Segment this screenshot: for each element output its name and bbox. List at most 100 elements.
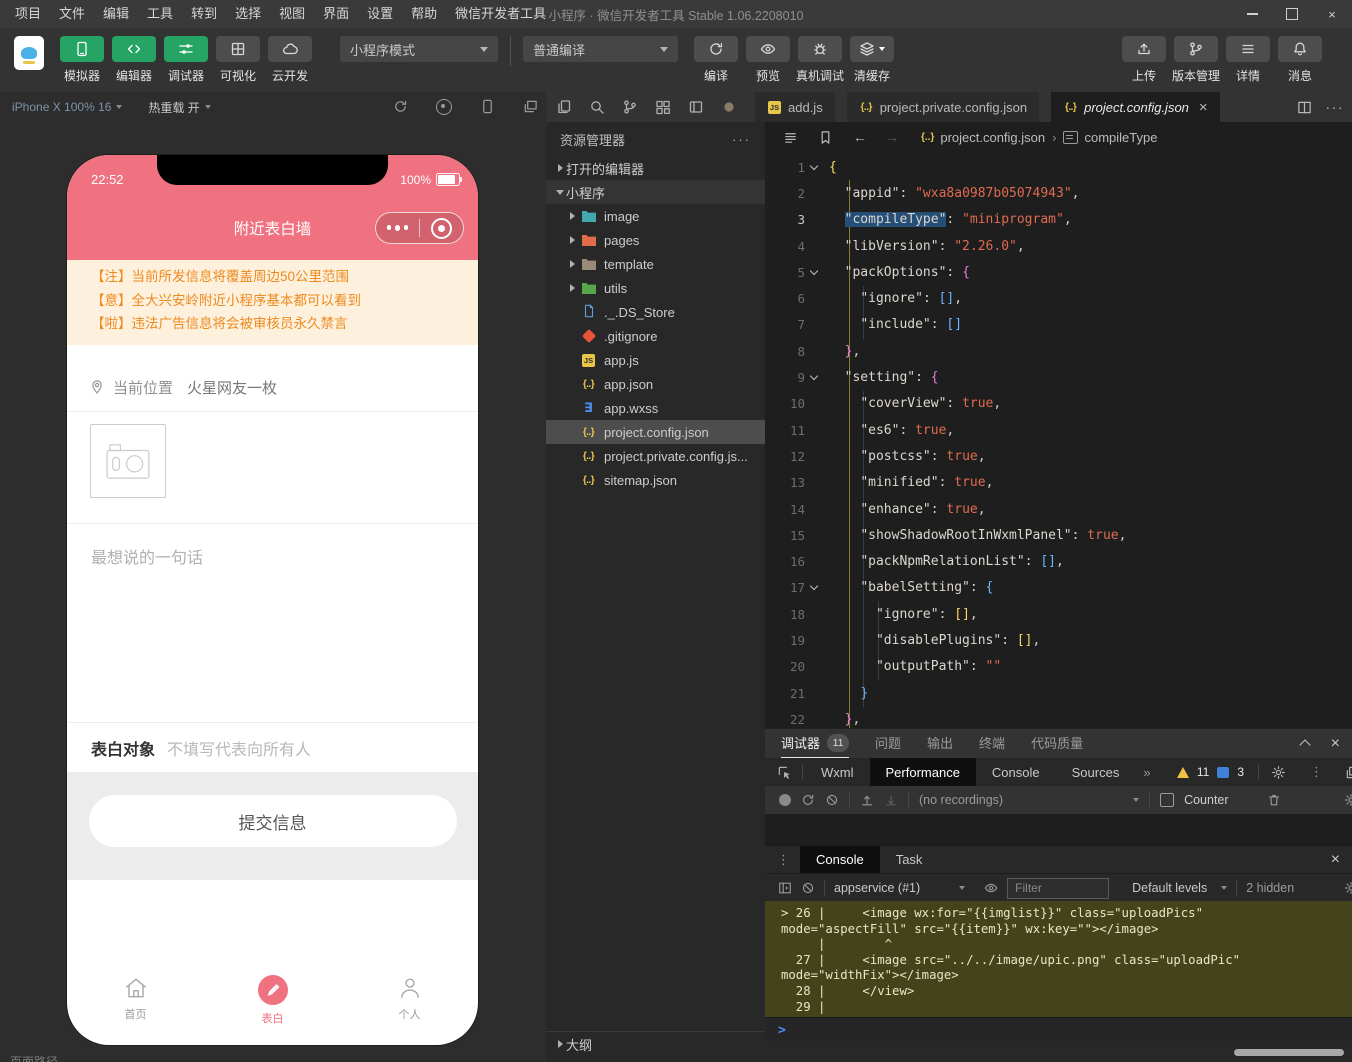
layers-button[interactable]: 清缓存 (846, 36, 898, 84)
search-icon[interactable] (589, 99, 605, 115)
line-number[interactable]: 3 (765, 212, 805, 227)
collapse-icon[interactable] (1298, 739, 1311, 751)
line-number[interactable]: 9 (765, 370, 805, 385)
line-number[interactable]: 19 (765, 633, 805, 648)
line-number[interactable]: 13 (765, 475, 805, 490)
project-root-section[interactable]: 小程序 (546, 180, 765, 204)
fold-chevron-icon[interactable] (809, 161, 818, 170)
fold-chevron-icon[interactable] (809, 266, 818, 276)
forward-arrow-icon[interactable]: → (885, 129, 899, 145)
trash-icon[interactable] (1267, 793, 1281, 807)
menu-item[interactable]: 工具 (138, 0, 182, 28)
line-number[interactable]: 14 (765, 502, 805, 517)
dock-icon[interactable] (1345, 765, 1352, 780)
devtools-tab[interactable]: Performance (869, 758, 976, 786)
debugger-tab[interactable]: 调试器 11 (781, 728, 850, 759)
file-tree-item[interactable]: image (546, 204, 765, 228)
devtools-tab[interactable]: Console (976, 758, 1056, 786)
file-tree-item[interactable]: template (546, 252, 765, 276)
console-tab[interactable]: Task (880, 846, 939, 873)
bookmark-icon[interactable] (818, 130, 833, 145)
grid-button[interactable]: 可视化 (212, 36, 264, 84)
panel-layout-icon[interactable] (688, 99, 704, 115)
device-select[interactable]: iPhone X 100% 16 (12, 100, 123, 114)
menu-item[interactable]: 编辑 (94, 0, 138, 28)
menu-item[interactable]: 设置 (358, 0, 402, 28)
message-icon[interactable] (1217, 766, 1230, 778)
line-number[interactable]: 21 (765, 686, 805, 701)
close-icon[interactable]: × (1331, 851, 1340, 869)
phone-button[interactable]: 模拟器 (56, 36, 108, 84)
restart-icon[interactable] (393, 99, 408, 114)
more-actions-icon[interactable]: ··· (1326, 99, 1345, 115)
warning-icon[interactable] (1176, 766, 1189, 778)
bell-button[interactable]: 消息 (1274, 36, 1326, 84)
editor-tab[interactable]: JS add.js (755, 92, 835, 122)
clear-icon[interactable] (825, 793, 839, 807)
open-editors-section[interactable]: 打开的编辑器 (546, 156, 765, 180)
save-profile-icon[interactable] (884, 793, 898, 807)
cloud-button[interactable]: 云开发 (264, 36, 316, 84)
line-number[interactable]: 20 (765, 659, 805, 674)
fold-chevron-icon[interactable] (809, 371, 818, 381)
menu-item[interactable]: 选择 (226, 0, 270, 28)
line-number[interactable]: 22 (765, 712, 805, 727)
breadcrumb-symbol[interactable]: compileType (1084, 130, 1157, 145)
gear-icon[interactable] (1271, 765, 1286, 780)
menu-item[interactable]: 微信开发者工具 (446, 0, 555, 28)
recordings-select[interactable]: (no recordings) (919, 793, 1003, 807)
eye-button[interactable]: 预览 (742, 36, 794, 84)
line-number[interactable]: 2 (765, 186, 805, 201)
message-textarea[interactable]: 最想说的一句话 (67, 524, 478, 722)
minimize-button[interactable] (1232, 0, 1272, 28)
wechat-logo-button[interactable] (14, 36, 44, 70)
hot-reload-toggle[interactable]: 热重载 开 (148, 99, 211, 116)
close-icon[interactable]: × (1199, 99, 1208, 116)
upload-button[interactable]: 上传 (1118, 36, 1170, 84)
record-icon[interactable] (436, 99, 452, 115)
debugger-tab[interactable]: 问题 (875, 728, 901, 757)
file-tree-item[interactable]: .gitignore (546, 324, 765, 348)
line-number[interactable]: 7 (765, 317, 805, 332)
kebab-menu-icon[interactable]: ⋮ (1310, 764, 1323, 780)
file-tree-item[interactable]: pages (546, 228, 765, 252)
branch-button[interactable]: 版本管理 (1170, 36, 1222, 84)
menu-item[interactable]: 视图 (270, 0, 314, 28)
files-icon[interactable] (556, 99, 572, 115)
sidebar-toggle-icon[interactable] (778, 881, 792, 895)
console-warning-output[interactable]: > 26 | <image wx:for="{{imglist}}" class… (765, 901, 1352, 1017)
editor-tab[interactable]: {..} project.config.json × (1051, 92, 1220, 122)
breadcrumb-file[interactable]: project.config.json (940, 130, 1045, 145)
multi-window-icon[interactable] (523, 99, 538, 114)
fold-chevron-icon[interactable] (809, 582, 818, 591)
eye-icon[interactable] (984, 881, 998, 895)
exit-miniapp-button[interactable] (420, 217, 463, 239)
file-tree-item[interactable]: {..} app.json (546, 372, 765, 396)
line-number[interactable]: 4 (765, 239, 805, 254)
tabbar-item-home[interactable]: 首页 (67, 975, 204, 1026)
load-profile-icon[interactable] (860, 793, 874, 807)
line-number[interactable]: 11 (765, 423, 805, 438)
line-number[interactable]: 8 (765, 344, 805, 359)
console-prompt[interactable]: > (765, 1017, 1352, 1042)
line-number[interactable]: 10 (765, 396, 805, 411)
file-tree-item[interactable]: ∃ app.wxss (546, 396, 765, 420)
file-tree-item[interactable]: JS app.js (546, 348, 765, 372)
more-actions-icon[interactable]: ··· (732, 132, 751, 147)
menu-item[interactable]: 文件 (50, 0, 94, 28)
refresh-button[interactable]: 编译 (690, 36, 742, 84)
location-row[interactable]: 当前位置 火星网友一枚 (67, 363, 478, 412)
gear-icon[interactable] (1344, 881, 1352, 895)
split-editor-icon[interactable] (1297, 100, 1312, 115)
line-number[interactable]: 15 (765, 528, 805, 543)
target-input[interactable]: 不填写代表向所有人 (167, 736, 311, 760)
console-tab[interactable]: Console (800, 846, 880, 873)
mode-select[interactable]: 小程序模式 (340, 36, 498, 62)
record-icon[interactable] (779, 794, 791, 806)
maximize-button[interactable] (1272, 0, 1312, 28)
file-tree-item[interactable]: {..} project.config.json (546, 420, 765, 444)
clear-console-icon[interactable] (801, 881, 815, 895)
submit-button[interactable]: 提交信息 (88, 795, 457, 847)
add-photo-button[interactable] (90, 424, 166, 498)
git-branch-icon[interactable] (622, 99, 638, 115)
